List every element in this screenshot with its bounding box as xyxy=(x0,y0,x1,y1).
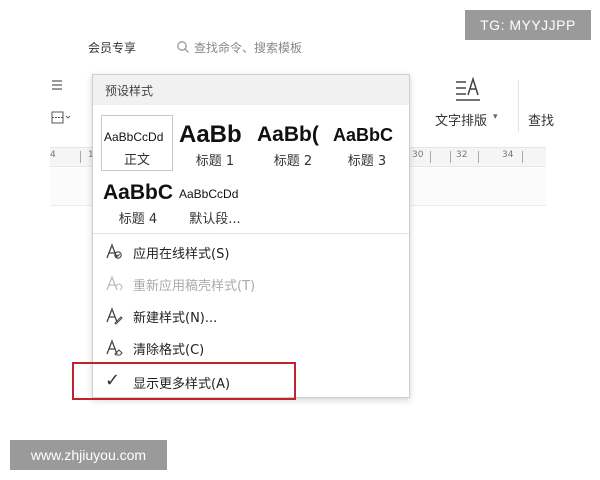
toolbar-divider xyxy=(518,80,519,132)
style-name: 默认段... xyxy=(189,212,241,227)
style-tile-heading-2[interactable]: AaBb( 标题 2 xyxy=(255,115,331,171)
ruler-label: 30 xyxy=(412,150,424,160)
apply-style-icon xyxy=(106,243,122,259)
search-icon xyxy=(177,41,189,53)
style-tile-heading-4[interactable]: AaBbC 标题 4 xyxy=(101,173,175,229)
ruler-tick xyxy=(430,151,431,163)
ruler-label: 34 xyxy=(502,150,514,160)
style-sample: AaBbCcDd xyxy=(104,130,164,144)
menu-item-label: 应用在线样式(S) xyxy=(133,247,230,262)
style-sample: AaBbC xyxy=(333,125,394,145)
reapply-style-icon xyxy=(106,275,123,291)
style-dropdown: 预设样式 AaBbCcDd 正文 AaBb 标题 1 AaBb( 标题 2 Aa… xyxy=(92,74,410,398)
text-layout-icon xyxy=(456,76,480,101)
menu-item-clear-format[interactable]: 清除格式(C) xyxy=(93,331,409,363)
style-name: 标题 1 xyxy=(195,154,235,169)
style-name: 标题 4 xyxy=(118,212,158,227)
ruler-tick xyxy=(80,151,81,163)
style-name: 标题 3 xyxy=(347,154,387,169)
border-tool-icon[interactable] xyxy=(50,110,72,126)
site-watermark: www.zhjiuyou.com xyxy=(10,440,167,470)
clear-format-icon xyxy=(106,339,123,356)
paragraph-tool-icon[interactable] xyxy=(50,78,66,94)
style-sample: AaBbC xyxy=(103,181,174,204)
dropdown-divider xyxy=(93,233,409,234)
search-placeholder: 查找命令、搜索模板 xyxy=(194,40,303,55)
style-tile-body[interactable]: AaBbCcDd 正文 xyxy=(101,115,173,171)
ruler-label: 32 xyxy=(456,150,468,160)
new-style-icon xyxy=(106,307,123,325)
style-sample: AaBbCcDd xyxy=(179,187,239,201)
ruler-tick xyxy=(522,151,523,163)
tg-badge: TG: MYYJJPP xyxy=(465,10,591,40)
menu-item-label: 清除格式(C) xyxy=(133,343,205,358)
text-layout-button[interactable]: 文字排版 ▾ xyxy=(430,76,510,136)
style-sample: AaBb xyxy=(179,121,242,148)
ruler-label: 4 xyxy=(50,150,56,160)
dropdown-title: 预设样式 xyxy=(105,84,154,98)
style-tile-default-paragraph[interactable]: AaBbCcDd 默认段... xyxy=(177,173,253,229)
command-search[interactable]: 查找命令、搜索模板 xyxy=(176,37,302,57)
find-button[interactable]: 查找 xyxy=(528,110,554,129)
highlight-annotation xyxy=(72,362,296,400)
member-tab[interactable]: 会员专享 xyxy=(88,39,136,56)
menu-item-label: 重新应用稿壳样式(T) xyxy=(133,279,256,294)
style-tile-heading-1[interactable]: AaBb 标题 1 xyxy=(177,115,253,171)
chevron-down-icon: ▾ xyxy=(493,112,498,122)
ruler-tick xyxy=(478,151,479,163)
style-tile-heading-3[interactable]: AaBbC 标题 3 xyxy=(331,115,403,171)
style-sample: AaBb( xyxy=(257,123,319,146)
text-layout-label: 文字排版 xyxy=(435,114,488,129)
menu-item-reapply-style: 重新应用稿壳样式(T) xyxy=(93,267,409,299)
dropdown-header: 预设样式 xyxy=(93,75,409,105)
style-name: 标题 2 xyxy=(273,154,313,169)
menu-item-new-style[interactable]: 新建样式(N)... xyxy=(93,299,409,331)
menu-item-label: 新建样式(N)... xyxy=(133,311,218,326)
ruler-tick xyxy=(450,151,451,163)
style-name: 正文 xyxy=(123,153,150,168)
menu-item-apply-online-style[interactable]: 应用在线样式(S) xyxy=(93,235,409,267)
